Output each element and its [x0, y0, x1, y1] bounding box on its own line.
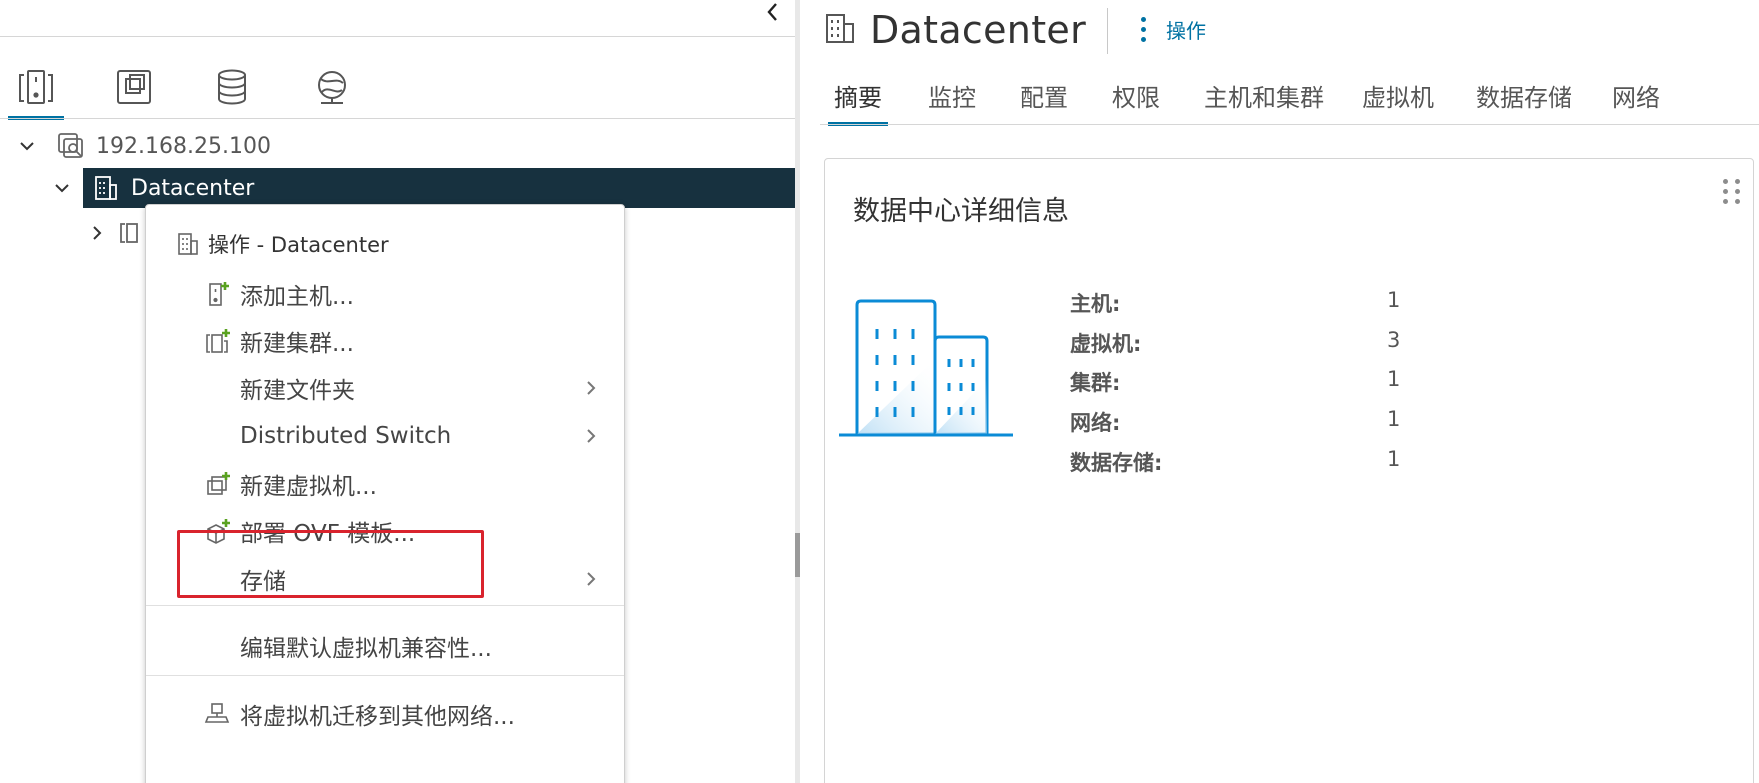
storage-icon [212, 67, 252, 111]
divider [820, 124, 1759, 125]
datacenter-context-menu: 操作 - Datacenter 添加主机... 新建集群... 新建文件夹 Di… [145, 204, 625, 783]
tab-hosts-clusters[interactable]: 主机和集群 [1204, 74, 1324, 126]
tab-summary[interactable]: 摘要 [828, 74, 888, 126]
menu-item-add-host[interactable]: 添加主机... [147, 271, 623, 317]
chevron-right-icon[interactable] [84, 220, 110, 246]
vms-templates-icon [114, 67, 154, 111]
tab-permissions[interactable]: 权限 [1112, 74, 1160, 126]
vcenter-icon [56, 131, 86, 161]
datacenter-icon [176, 231, 200, 257]
detail-label: 虚拟机: [1070, 332, 1142, 356]
detail-row-clusters: 集群: 1 [1070, 363, 1530, 397]
tree-node-label: Datacenter [131, 175, 255, 201]
detail-row-hosts: 主机: 1 [1070, 284, 1530, 318]
detail-label: 集群: [1070, 371, 1121, 395]
datacenter-details-card: 数据中心详细信息 主机: 1 虚拟机: 3 集群: 1 网络: 1 数据存储: … [824, 158, 1754, 783]
divider [1107, 8, 1108, 54]
cluster-icon [116, 218, 146, 248]
network-icon [312, 67, 352, 111]
chevron-down-icon[interactable] [14, 133, 40, 159]
menu-item-edit-vm-compatibility[interactable]: 编辑默认虚拟机兼容性... [147, 623, 623, 669]
menu-item-new-folder[interactable]: 新建文件夹 [147, 365, 623, 411]
detail-label: 主机: [1070, 292, 1121, 316]
tab-networks[interactable]: 网络 [1612, 74, 1660, 126]
chevron-right-icon [581, 567, 601, 591]
object-header: Datacenter [824, 6, 1086, 54]
tab-vms[interactable]: 虚拟机 [1362, 74, 1434, 126]
tab-storage[interactable] [204, 60, 260, 118]
detail-label: 数据存储: [1070, 451, 1163, 475]
vsphere-client: 192.168.25.100 Datacenter 操作 - Datacente… [0, 0, 1759, 783]
menu-separator [146, 605, 624, 606]
detail-value: 1 [1387, 407, 1401, 431]
detail-value: 3 [1387, 328, 1401, 352]
detail-label: 网络: [1070, 411, 1121, 435]
new-vm-icon [203, 469, 233, 499]
divider [0, 36, 795, 37]
object-tabs: 摘要 监控 配置 权限 主机和集群 虚拟机 数据存储 网络 [820, 74, 1759, 126]
page-title: Datacenter [870, 8, 1086, 52]
context-menu-header: 操作 - Datacenter [176, 229, 389, 259]
actions-menu-button[interactable]: 操作 [1136, 12, 1206, 46]
detail-value: 1 [1387, 367, 1401, 391]
chevron-right-icon [581, 424, 601, 448]
chevron-down-icon[interactable] [49, 175, 75, 201]
menu-item-migrate-vm-network[interactable]: 将虚拟机迁移到其他网络... [147, 691, 623, 737]
detail-value: 1 [1387, 288, 1401, 312]
tab-hosts-and-clusters[interactable] [8, 60, 64, 120]
menu-separator [146, 675, 624, 676]
inventory-navigator: 192.168.25.100 Datacenter 操作 - Datacente… [0, 0, 795, 783]
new-cluster-icon [203, 326, 233, 356]
datacenter-illustration [837, 289, 1017, 449]
divider [0, 118, 795, 119]
tab-configure[interactable]: 配置 [1020, 74, 1068, 126]
tab-networking[interactable] [304, 60, 360, 118]
chevron-left-icon [765, 1, 781, 27]
tree-node-vcenter[interactable]: 192.168.25.100 [14, 126, 271, 166]
menu-item-new-cluster[interactable]: 新建集群... [147, 318, 623, 364]
tree-node-datacenter[interactable]: Datacenter [55, 168, 795, 208]
hosts-clusters-icon [16, 67, 56, 111]
migrate-vm-network-icon [203, 699, 233, 729]
highlight-annotation [177, 530, 484, 598]
detail-row-datastores: 数据存储: 1 [1070, 443, 1530, 477]
tab-datastores[interactable]: 数据存储 [1476, 74, 1572, 126]
card-title: 数据中心详细信息 [853, 196, 1069, 227]
add-host-icon [203, 279, 233, 309]
kebab-icon [1136, 16, 1150, 42]
detail-value: 1 [1387, 447, 1401, 471]
object-detail-pane: Datacenter 操作 摘要 监控 配置 权限 主机和集群 虚拟机 数据存储… [800, 0, 1759, 783]
datacenter-icon [824, 11, 856, 49]
menu-item-distributed-switch[interactable]: Distributed Switch [147, 413, 623, 459]
tab-vms-and-templates[interactable] [106, 60, 162, 118]
detail-row-networks: 网络: 1 [1070, 403, 1530, 437]
drag-handle-icon[interactable] [1723, 179, 1741, 205]
menu-item-new-vm[interactable]: 新建虚拟机... [147, 461, 623, 507]
context-menu-title: 操作 - Datacenter [208, 233, 389, 257]
datacenter-icon [91, 173, 121, 203]
collapse-navigator-button[interactable] [760, 0, 786, 28]
tree-node-label: 192.168.25.100 [96, 133, 271, 159]
navigator-view-tabs [0, 60, 795, 122]
tab-monitor[interactable]: 监控 [928, 74, 976, 126]
chevron-right-icon [581, 376, 601, 400]
detail-row-vms: 虚拟机: 3 [1070, 324, 1530, 358]
